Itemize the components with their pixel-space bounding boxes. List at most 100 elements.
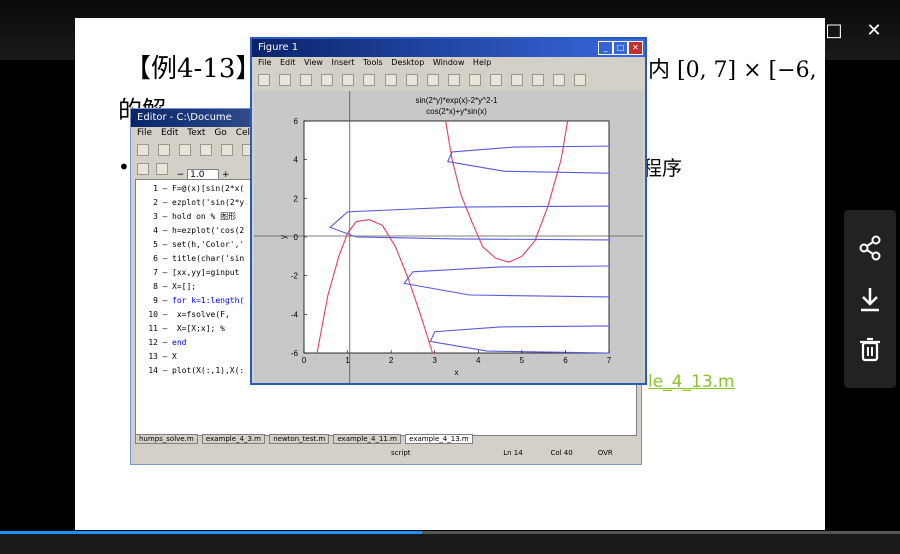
tab-file[interactable]: example_4_3.m [201,434,265,444]
copy-icon[interactable] [221,144,234,156]
menu-text[interactable]: Text [187,128,205,138]
chart-title: sin(2*y)*exp(x)-2*y^2-1 [416,96,499,105]
y-tick-label: -2 [291,272,299,281]
status-bar: script Ln 14 Col 40 OVR [391,449,636,461]
y-axis-label: y [279,235,288,239]
y-tick-label: 0 [294,233,299,242]
figure-close-icon[interactable]: ✕ [628,41,643,55]
menu-window[interactable]: Window [433,58,465,67]
show-tools-icon[interactable] [574,74,587,86]
y-tick-label: -4 [291,310,299,319]
menu-tools[interactable]: Tools [363,58,383,67]
x-tick-label: 3 [432,356,437,365]
cell-icon[interactable] [137,163,149,175]
code-line: 7– [xx,yy]=ginput [153,268,240,277]
y-tick-label: 4 [294,156,299,165]
pan-icon[interactable] [405,74,418,86]
menu-file[interactable]: File [137,128,152,138]
status-line: Ln 14 [503,449,523,457]
minimize-icon[interactable]: — [782,20,808,41]
figure-maximize-icon[interactable]: □ [613,41,628,55]
menu-file[interactable]: File [258,58,271,67]
pointer-icon[interactable] [342,74,355,86]
slide-title: 【例4-13】 [125,54,262,84]
slide-bullet: • [118,155,130,179]
chart-subtitle: cos(2*x)+y*sin(x) [426,107,487,116]
download-icon[interactable] [852,282,888,318]
x-tick-label: 5 [520,356,525,365]
figure-canvas[interactable]: sin(2*y)*exp(x)-2*y^2-1 cos(2*x)+y*sin(x… [254,91,643,383]
figure-toolbar [256,72,641,90]
status-ovr: OVR [597,449,613,457]
close-icon[interactable]: ✕ [861,20,887,41]
figure-minimize-icon[interactable]: _ [598,41,613,55]
menu-desktop[interactable]: Desktop [391,58,424,67]
menu-edit[interactable]: Edit [161,128,178,138]
code-line: 2– ezplot('sin(2*y [153,198,245,207]
print-icon[interactable] [321,74,334,86]
x-tick-label: 1 [345,356,350,365]
slide-domain-text: 内 [0, 7] × [−6, 6] [648,58,847,83]
plot-area[interactable]: sin(2*y)*exp(x)-2*y^2-1 cos(2*x)+y*sin(x… [254,91,643,383]
new-figure-icon[interactable] [258,74,270,86]
player-controls [0,531,900,554]
side-action-panel [844,210,896,388]
code-line: 3– hold on % 图形 [153,212,237,221]
cut-icon[interactable] [200,144,213,156]
x-tick-label: 7 [607,356,612,365]
code-line: 1– F=@(x)[sin(2*x( [153,184,245,193]
zoom-in-icon[interactable] [363,74,376,86]
status-col: Col 40 [550,449,573,457]
rotate-icon[interactable] [426,74,439,86]
slide-file-link[interactable]: le_4_13.m [648,372,735,392]
tab-file[interactable]: humps_solve.m [135,434,198,444]
open-icon[interactable] [279,74,292,86]
x-tick-label: 6 [563,356,568,365]
maximize-icon[interactable]: □ [821,20,847,41]
code-line: 13– X [148,352,177,361]
y-tick-label: 6 [294,117,299,126]
zoom-out-icon[interactable] [384,74,397,86]
menu-help[interactable]: Help [473,58,491,67]
colorbar-icon[interactable] [511,74,524,86]
x-tick-label: 2 [389,356,394,365]
tab-file-active[interactable]: example_4_13.m [405,434,473,444]
tab-file[interactable]: newton_test.m [269,434,330,444]
data-cursor-icon[interactable] [447,74,460,86]
link-icon[interactable] [490,74,503,86]
save-icon[interactable] [179,144,192,156]
code-line: 12– end [148,338,187,347]
code-line: 5– set(h,'Color',' [153,240,245,249]
x-tick-label: 0 [302,356,307,365]
share-icon[interactable] [852,230,888,266]
code-line: 8– X=[]; [153,282,197,291]
figure-window[interactable]: Figure 1 _ □ ✕ File Edit View Insert Too… [250,37,647,385]
open-file-icon[interactable] [158,144,171,156]
progress-fill [0,531,423,534]
code-line: 10– x=fsolve(F, [148,310,230,319]
figure-menu-bar: File Edit View Insert Tools Desktop Wind… [252,58,645,72]
legend-icon[interactable] [532,74,545,86]
x-axis-label: x [455,368,459,377]
tab-file[interactable]: example_4_11.m [333,434,401,444]
menu-go[interactable]: Go [214,128,226,138]
menu-edit[interactable]: Edit [280,58,296,67]
figure-title: Figure 1 [252,39,645,57]
x-tick-label: 4 [476,356,481,365]
save-icon[interactable] [300,74,313,86]
code-line: 9– for k=1:length( [153,296,245,305]
hide-tools-icon[interactable] [553,74,566,86]
new-file-icon[interactable] [137,144,149,156]
trash-icon[interactable] [852,332,888,368]
status-mode: script [391,449,411,457]
code-line: 6– title(char('sin [153,254,245,263]
menu-view[interactable]: View [304,58,323,67]
code-line: 4– h=ezplot('cos(2 [153,226,245,235]
code-line: 14– plot(X(:,1),X(: [148,366,245,375]
menu-insert[interactable]: Insert [332,58,355,67]
code-line: 11– X=[X;x]; % [148,324,225,333]
cell-eval-icon[interactable] [155,163,168,175]
y-tick-label: -6 [291,349,299,358]
file-tabs: humps_solve.m example_4_3.m newton_test.… [135,434,635,446]
brush-icon[interactable] [468,74,481,86]
